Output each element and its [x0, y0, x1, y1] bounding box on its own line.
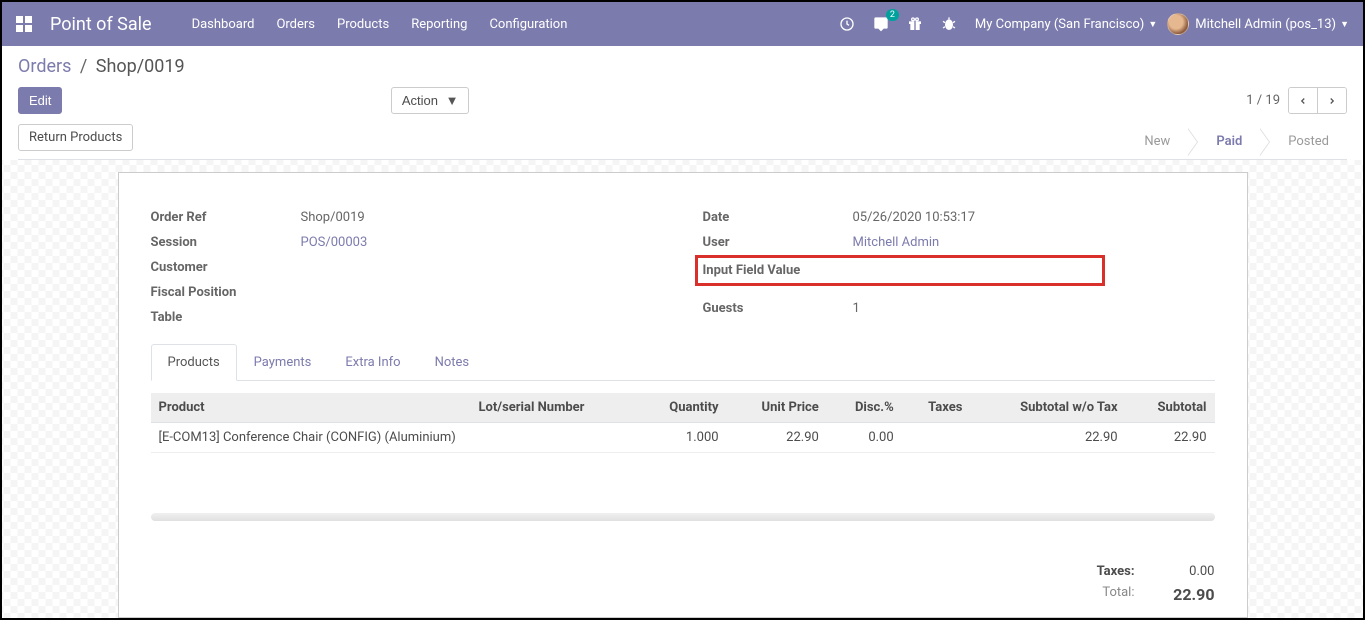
th-lot: Lot/serial Number [471, 393, 638, 423]
cell-taxes [902, 423, 971, 453]
breadcrumb-current: Shop/0019 [96, 56, 185, 77]
clock-icon[interactable] [839, 16, 855, 32]
cell-lot [471, 423, 638, 453]
value-date: 05/26/2020 10:53:17 [853, 210, 1215, 225]
th-disc: Disc.% [827, 393, 902, 423]
form-left-col: Order Ref Shop/0019 Session POS/00003 Cu… [151, 205, 663, 330]
th-taxes: Taxes [902, 393, 971, 423]
caret-down-icon: ▼ [446, 93, 459, 108]
cell-disc: 0.00 [827, 423, 902, 453]
caret-down-icon: ▼ [1148, 19, 1157, 30]
label-session: Session [151, 235, 301, 250]
nav-reporting[interactable]: Reporting [411, 17, 467, 32]
table-row[interactable]: [E-COM13] Conference Chair (CONFIG) (Alu… [151, 423, 1215, 453]
value-fiscal [301, 285, 663, 300]
breadcrumb: Orders / Shop/0019 [18, 56, 1347, 77]
caret-down-icon: ▼ [1340, 19, 1349, 30]
cell-sub-wo: 22.90 [970, 423, 1125, 453]
messages-badge: 2 [886, 9, 899, 21]
status-arrow-icon [1260, 128, 1270, 156]
label-date: Date [703, 210, 853, 225]
nav-dashboard[interactable]: Dashboard [192, 17, 255, 32]
label-table: Table [151, 310, 301, 325]
value-table [301, 310, 663, 325]
tab-payments[interactable]: Payments [237, 344, 329, 380]
status-arrow-icon [1188, 128, 1198, 156]
label-order-ref: Order Ref [151, 210, 301, 225]
gift-icon[interactable] [907, 16, 923, 32]
tab-notes[interactable]: Notes [418, 344, 487, 380]
cell-qty: 1.000 [637, 423, 726, 453]
pager-prev[interactable] [1289, 88, 1317, 113]
pager: 1 / 19 [1246, 87, 1347, 114]
user-menu[interactable]: Mitchell Admin (pos_13) ▼ [1167, 13, 1349, 35]
order-lines-table: Product Lot/serial Number Quantity Unit … [151, 393, 1215, 453]
cell-sub: 22.90 [1126, 423, 1215, 453]
edit-button[interactable]: Edit [18, 87, 62, 114]
th-sub: Subtotal [1126, 393, 1215, 423]
taxes-value: 0.00 [1155, 564, 1215, 579]
pager-text[interactable]: 1 / 19 [1246, 93, 1280, 108]
label-input-field-value: Input Field Value [703, 263, 853, 278]
breadcrumb-parent[interactable]: Orders [18, 56, 71, 77]
status-posted[interactable]: Posted [1270, 126, 1347, 157]
company-switcher[interactable]: My Company (San Francisco) ▼ [975, 17, 1157, 32]
th-price: Unit Price [727, 393, 827, 423]
pager-next[interactable] [1317, 88, 1346, 113]
status-new[interactable]: New [1126, 126, 1188, 157]
nav-configuration[interactable]: Configuration [489, 17, 567, 32]
cell-product: [E-COM13] Conference Chair (CONFIG) (Alu… [151, 423, 471, 453]
total-value: 22.90 [1155, 585, 1215, 604]
form-right-col: Date 05/26/2020 10:53:17 User Mitchell A… [703, 205, 1215, 330]
label-fiscal: Fiscal Position [151, 285, 301, 300]
action-dropdown[interactable]: Action ▼ [391, 87, 470, 114]
return-products-button[interactable]: Return Products [18, 124, 133, 151]
cell-price: 22.90 [727, 423, 827, 453]
horizontal-scrollbar[interactable] [151, 513, 1215, 521]
status-bar: New Paid Posted [1126, 126, 1347, 157]
control-bar: Orders / Shop/0019 Edit Action ▼ 1 / 19 … [2, 46, 1363, 160]
messages-icon[interactable]: 2 [873, 16, 889, 32]
total-label: Total: [1035, 585, 1155, 604]
top-navbar: Point of Sale Dashboard Orders Products … [2, 2, 1363, 46]
action-label: Action [402, 93, 438, 108]
company-name: My Company (San Francisco) [975, 17, 1144, 32]
value-order-ref: Shop/0019 [301, 210, 663, 225]
user-name: Mitchell Admin (pos_13) [1195, 17, 1336, 32]
nav-products[interactable]: Products [337, 17, 389, 32]
value-customer [301, 260, 663, 275]
form-sheet: Order Ref Shop/0019 Session POS/00003 Cu… [118, 172, 1248, 618]
tab-extra-info[interactable]: Extra Info [328, 344, 417, 380]
th-product: Product [151, 393, 471, 423]
label-user: User [703, 235, 853, 250]
tab-products[interactable]: Products [151, 344, 237, 381]
taxes-label: Taxes: [1035, 564, 1155, 579]
apps-icon[interactable] [16, 16, 32, 32]
nav-orders[interactable]: Orders [276, 17, 315, 32]
highlighted-row: Input Field Value [695, 255, 1105, 286]
value-input-field-value [853, 263, 1102, 278]
value-guests: 1 [853, 301, 1215, 316]
th-qty: Quantity [637, 393, 726, 423]
breadcrumb-sep: / [80, 56, 87, 77]
label-guests: Guests [703, 301, 853, 316]
label-customer: Customer [151, 260, 301, 275]
sheet-background: Order Ref Shop/0019 Session POS/00003 Cu… [2, 160, 1363, 618]
avatar [1167, 13, 1189, 35]
value-user[interactable]: Mitchell Admin [853, 235, 1215, 250]
totals: Taxes: 0.00 Total: 22.90 [1035, 561, 1215, 607]
app-brand[interactable]: Point of Sale [50, 14, 152, 35]
status-paid[interactable]: Paid [1198, 126, 1260, 157]
bug-icon[interactable] [941, 16, 957, 32]
tabs: Products Payments Extra Info Notes [151, 344, 1215, 381]
value-session[interactable]: POS/00003 [301, 235, 663, 250]
th-sub-wo: Subtotal w/o Tax [970, 393, 1125, 423]
